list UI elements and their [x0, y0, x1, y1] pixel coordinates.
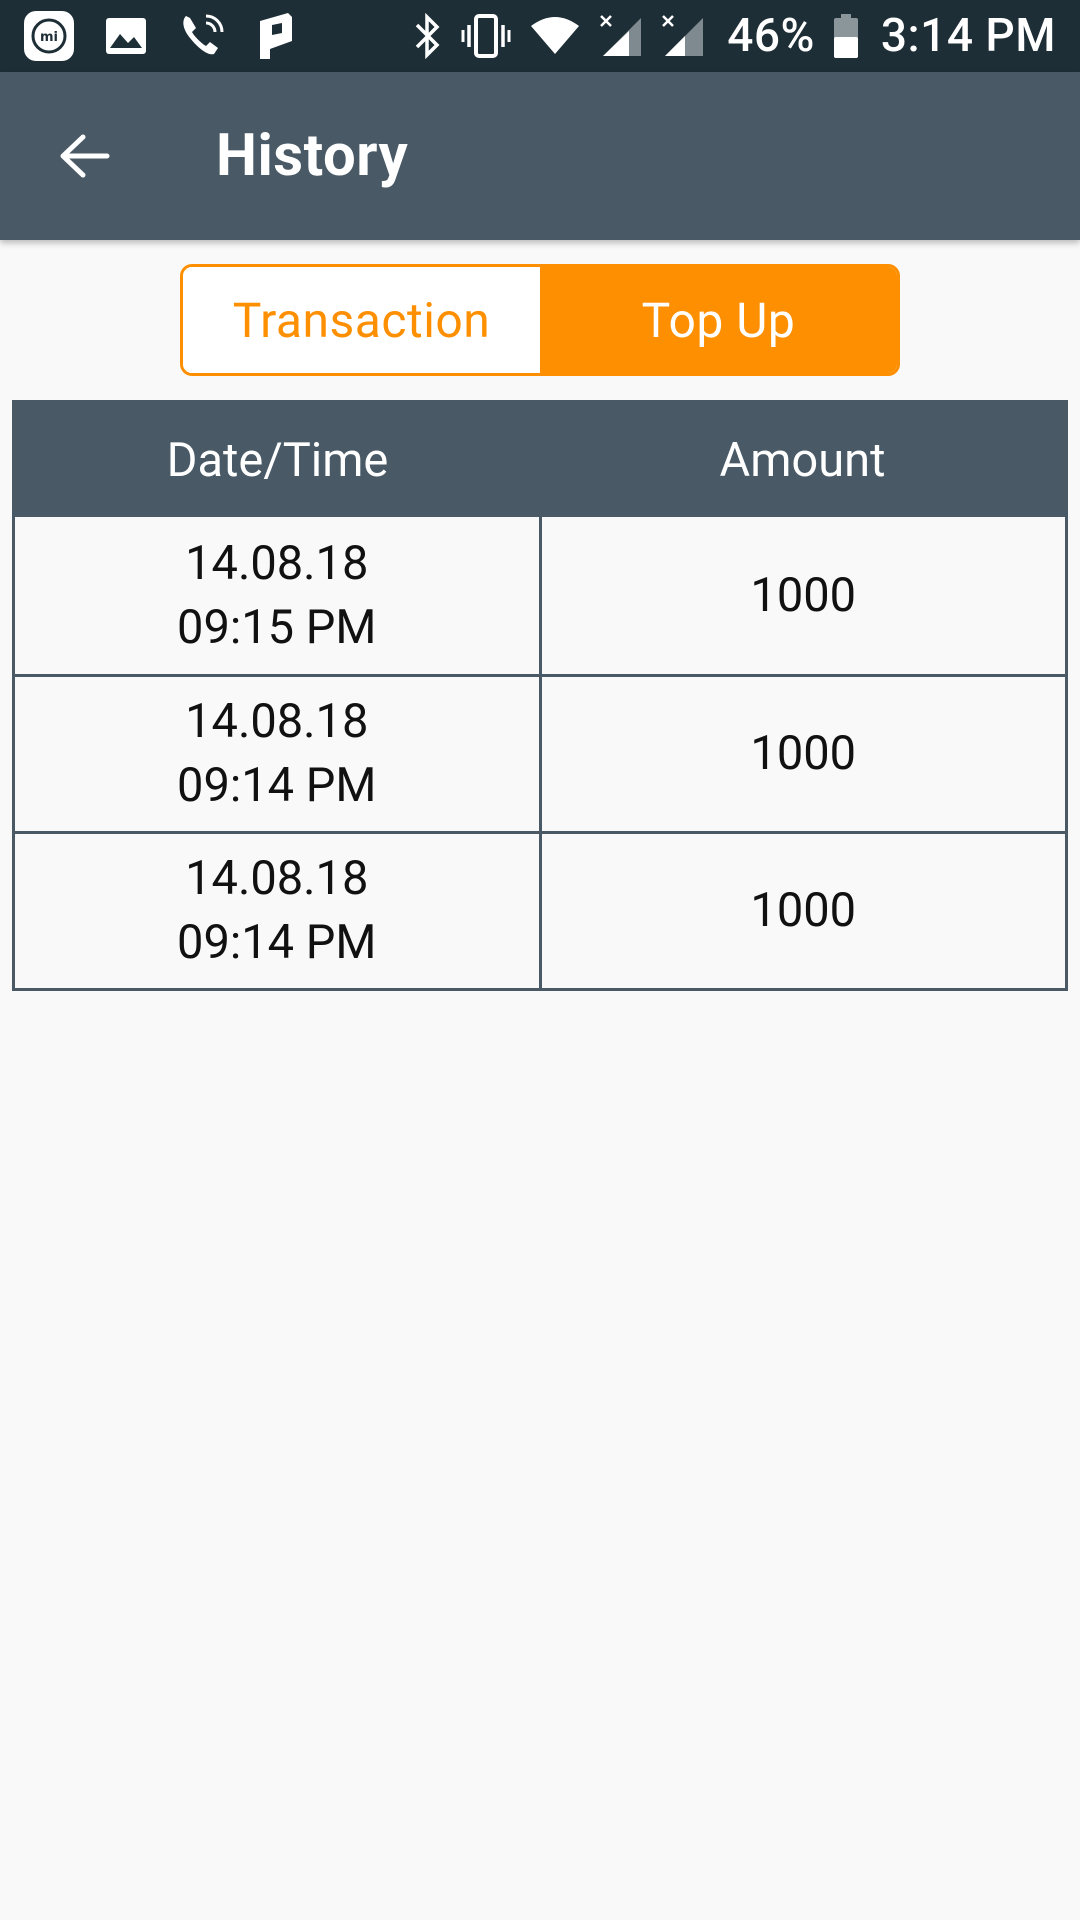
status-bar: mi 46% 3:14 PM — [0, 0, 1080, 72]
table-header: Date/Time Amount — [15, 403, 1065, 517]
history-tabs: Transaction Top Up — [180, 264, 900, 376]
column-header-date-time: Date/Time — [166, 432, 389, 488]
bluetooth-icon — [413, 13, 443, 59]
vibrate-icon — [461, 13, 511, 59]
tab-top-up[interactable]: Top Up — [540, 267, 897, 373]
app-bar: History — [0, 72, 1080, 240]
gallery-icon — [104, 16, 148, 56]
time-text: 09:15 PM — [177, 599, 377, 655]
back-button[interactable] — [34, 106, 134, 206]
wifi-calling-icon — [176, 10, 228, 62]
tab-transaction[interactable]: Transaction — [183, 267, 540, 373]
table-row: 14.08.18 09:14 PM 1000 — [15, 831, 1065, 988]
clock: 3:14 PM — [880, 9, 1056, 63]
date-time-cell: 14.08.18 09:14 PM — [15, 677, 542, 831]
history-table: Date/Time Amount 14.08.18 09:15 PM 1000 … — [12, 400, 1068, 991]
time-text: 09:14 PM — [177, 758, 377, 813]
svg-text:mi: mi — [40, 30, 58, 45]
amount-text: 1000 — [750, 567, 857, 623]
status-bar-left: mi — [22, 9, 324, 63]
amount-cell: 1000 — [542, 517, 1066, 674]
date-time-cell: 14.08.18 09:14 PM — [15, 834, 542, 988]
page-title: History — [216, 122, 409, 190]
signal-no-service-icon — [599, 14, 643, 58]
arrow-back-icon — [60, 134, 110, 178]
amount-cell: 1000 — [542, 677, 1066, 831]
amount-text: 1000 — [750, 726, 857, 781]
date-text: 14.08.18 — [185, 851, 369, 906]
date-text: 14.08.18 — [185, 694, 369, 749]
time-text: 09:14 PM — [177, 915, 377, 970]
column-header-amount: Amount — [719, 432, 886, 488]
date-time-cell: 14.08.18 09:15 PM — [15, 517, 542, 674]
signal-no-service-icon — [661, 14, 705, 58]
table-row: 14.08.18 09:15 PM 1000 — [15, 517, 1065, 674]
amount-cell: 1000 — [542, 834, 1066, 988]
mi-icon: mi — [22, 9, 76, 63]
battery-icon — [833, 13, 859, 59]
date-text: 14.08.18 — [185, 535, 369, 591]
status-bar-right: 46% 3:14 PM — [395, 9, 1056, 63]
battery-percent: 46% — [727, 9, 815, 63]
amount-text: 1000 — [750, 883, 857, 938]
wifi-icon — [529, 16, 581, 56]
table-row: 14.08.18 09:14 PM 1000 — [15, 674, 1065, 831]
parking-app-icon — [256, 11, 296, 61]
